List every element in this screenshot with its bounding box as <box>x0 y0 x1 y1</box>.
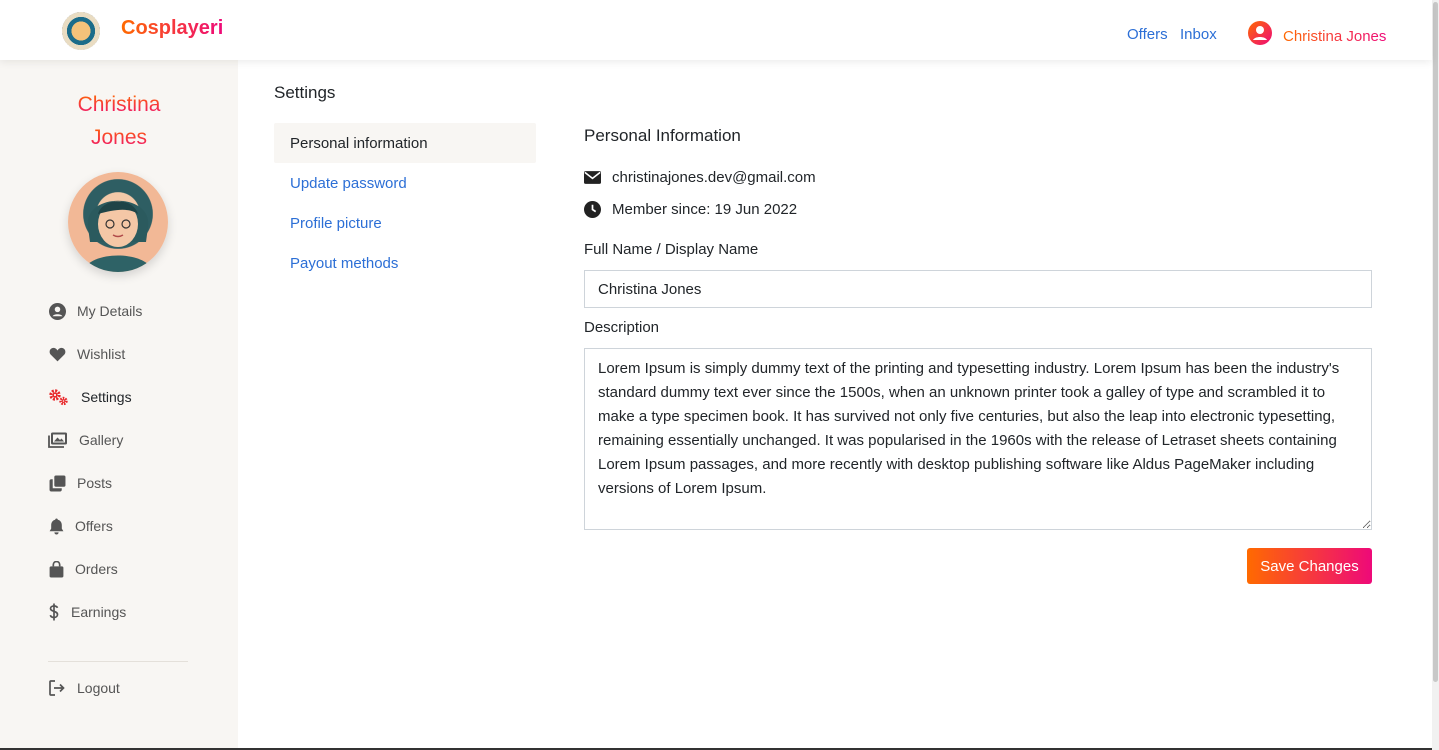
logout-icon <box>48 679 66 697</box>
sidebar-item-earnings[interactable]: Earnings <box>48 601 126 623</box>
tab-update-password[interactable]: Update password <box>274 163 536 203</box>
tab-personal-information[interactable]: Personal information <box>274 123 536 163</box>
gears-icon <box>48 388 70 406</box>
sidebar-first-name: Christina <box>0 93 238 117</box>
sidebar-item-label: My Details <box>77 303 143 319</box>
member-since-row: Member since: 19 Jun 2022 <box>584 201 797 218</box>
tab-payout-methods[interactable]: Payout methods <box>274 243 536 283</box>
shopping-bag-icon <box>48 560 64 578</box>
sidebar-item-label: Settings <box>81 389 132 405</box>
section-title: Personal Information <box>584 126 741 145</box>
sidebar: Christina Jones My Details Wishlist Sett… <box>0 60 238 750</box>
description-textarea[interactable]: Lorem Ipsum is simply dummy text of the … <box>584 348 1372 530</box>
sidebar-item-wishlist[interactable]: Wishlist <box>48 343 125 365</box>
description-label: Description <box>584 319 660 336</box>
sidebar-item-posts[interactable]: Posts <box>48 472 112 494</box>
bell-icon <box>48 517 64 535</box>
clock-icon <box>584 201 601 218</box>
sidebar-divider <box>48 661 188 662</box>
sidebar-item-settings[interactable]: Settings <box>48 386 132 408</box>
sidebar-item-label: Gallery <box>79 432 124 448</box>
sidebar-item-orders[interactable]: Orders <box>48 558 118 580</box>
sidebar-item-offers[interactable]: Offers <box>48 515 113 537</box>
full-name-input[interactable] <box>584 270 1372 308</box>
sidebar-item-logout[interactable]: Logout <box>48 677 120 699</box>
tab-profile-picture[interactable]: Profile picture <box>274 203 536 243</box>
user-menu-name[interactable]: Christina Jones <box>1283 28 1386 45</box>
nav-offers-link[interactable]: Offers <box>1127 26 1168 43</box>
sidebar-item-label: Orders <box>75 561 118 577</box>
user-circle-icon <box>48 302 66 320</box>
avatar <box>68 172 168 272</box>
sidebar-item-my-details[interactable]: My Details <box>48 300 142 322</box>
top-navbar: Cosplayeri Offers Inbox Christina Jones <box>0 0 1432 60</box>
envelope-icon <box>584 169 601 186</box>
sidebar-item-label: Earnings <box>71 604 127 620</box>
sidebar-item-label: Posts <box>77 475 113 491</box>
save-changes-button[interactable]: Save Changes <box>1247 548 1372 584</box>
email-text: christinajones.dev@gmail.com <box>612 169 816 186</box>
brand-logo[interactable] <box>62 12 100 50</box>
brand-name[interactable]: Cosplayeri <box>121 17 223 40</box>
sidebar-logout-label: Logout <box>77 680 120 696</box>
sidebar-item-gallery[interactable]: Gallery <box>48 429 123 451</box>
sidebar-item-label: Offers <box>75 518 113 534</box>
sidebar-last-name: Jones <box>0 126 238 150</box>
member-since-text: Member since: 19 Jun 2022 <box>612 201 798 218</box>
email-row: christinajones.dev@gmail.com <box>584 169 816 186</box>
scrollbar-thumb[interactable] <box>1433 2 1438 682</box>
dollar-icon <box>48 603 60 621</box>
nav-inbox-link[interactable]: Inbox <box>1180 26 1217 43</box>
images-icon <box>48 431 68 449</box>
sidebar-item-label: Wishlist <box>77 346 126 362</box>
full-name-label: Full Name / Display Name <box>584 241 759 258</box>
user-circle-icon[interactable] <box>1248 21 1272 45</box>
heart-icon <box>48 345 66 363</box>
page-title: Settings <box>274 83 336 102</box>
clone-icon <box>48 474 66 492</box>
